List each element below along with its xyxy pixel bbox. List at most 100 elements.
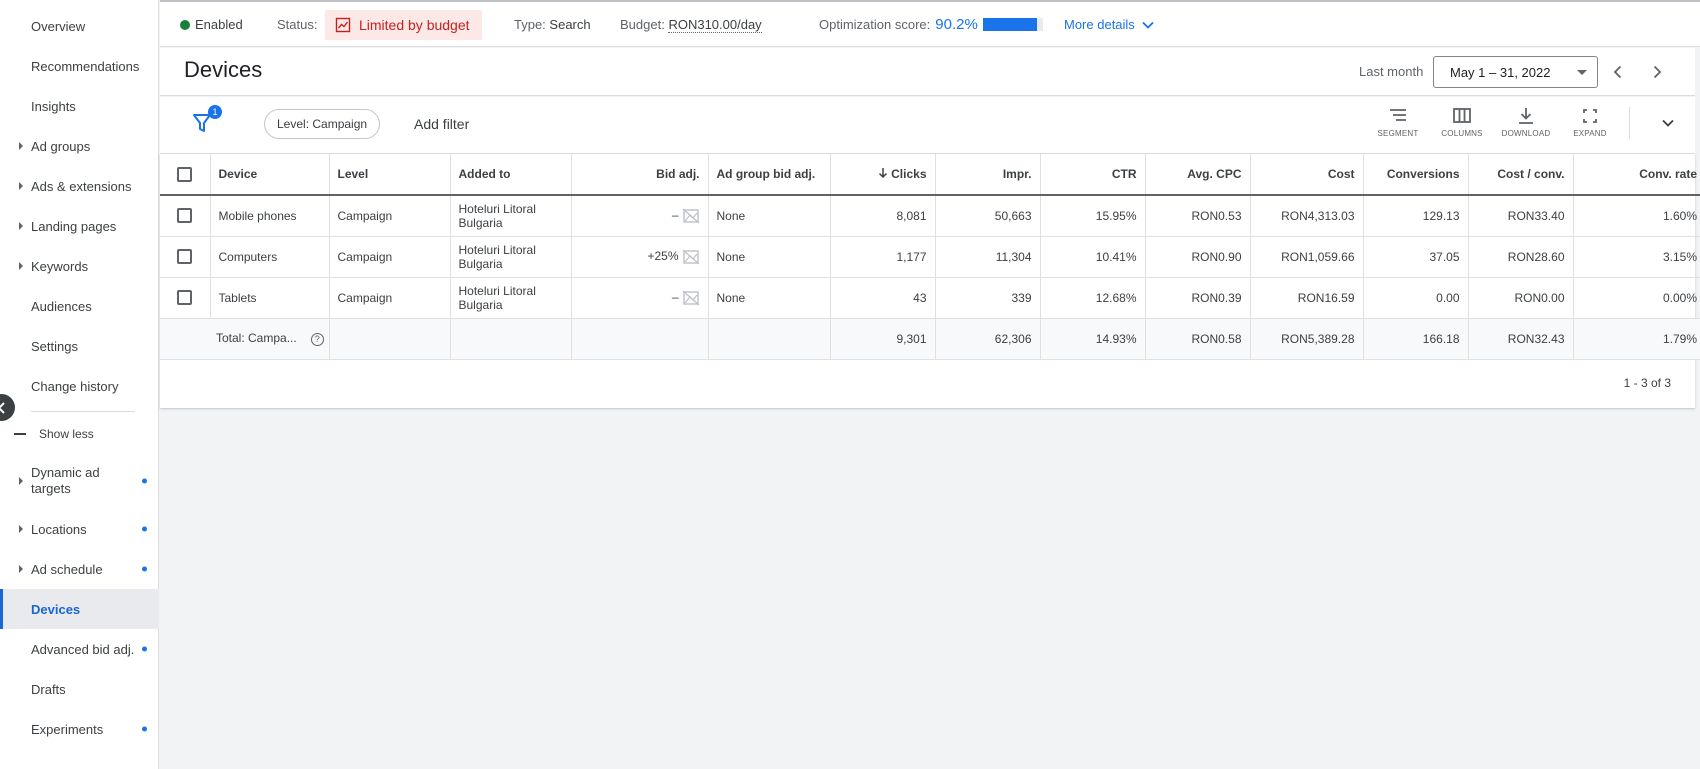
table-header-row: Device Level Added to Bid adj. Ad group … bbox=[160, 154, 1700, 196]
sidebar-item-audiences[interactable]: Audiences bbox=[0, 286, 159, 326]
date-range-picker[interactable]: May 1 – 31, 2022 bbox=[1433, 56, 1598, 88]
campaign-state[interactable]: Enabled bbox=[180, 2, 243, 47]
added-to-link[interactable]: Hoteluri Litoral Bulgaria bbox=[450, 195, 572, 237]
column-header-level[interactable]: Level bbox=[329, 154, 451, 196]
column-header-ad-group-bid-adj[interactable]: Ad group bid adj. bbox=[708, 154, 831, 196]
budget-field[interactable]: Budget: RON310.00/day bbox=[620, 2, 762, 47]
column-header-conversions[interactable]: Conversions bbox=[1363, 154, 1469, 196]
sidebar-item-change-history[interactable]: Change history bbox=[0, 366, 159, 406]
row-checkbox[interactable] bbox=[177, 249, 193, 265]
status-label: Status: bbox=[277, 17, 318, 32]
sidebar-item-label: Ads & extensions bbox=[31, 178, 132, 194]
total-conversions-cell: 166.18 bbox=[1363, 318, 1469, 360]
chevron-left-icon bbox=[1613, 65, 1622, 79]
sidebar-item-advanced-bid-adj[interactable]: Advanced bid adj. bbox=[0, 629, 159, 669]
devices-table-card: Device Level Added to Bid adj. Ad group … bbox=[160, 154, 1700, 408]
budget-label: Budget: bbox=[620, 17, 665, 32]
row-select-cell bbox=[160, 277, 211, 319]
avg-cpc-cell: RON0.90 bbox=[1145, 236, 1251, 278]
column-header-avg-cpc[interactable]: Avg. CPC bbox=[1145, 154, 1251, 196]
sidebar-item-drafts[interactable]: Drafts bbox=[0, 669, 159, 709]
row-checkbox[interactable] bbox=[177, 290, 193, 306]
sidebar-item-label: Overview bbox=[31, 18, 86, 34]
bid-adj-cell[interactable]: – bbox=[571, 277, 709, 319]
column-header-impr[interactable]: Impr. bbox=[935, 154, 1041, 196]
column-header-ctr[interactable]: CTR bbox=[1040, 154, 1146, 196]
columns-icon bbox=[1453, 108, 1471, 123]
column-header-bid-adj[interactable]: Bid adj. bbox=[571, 154, 709, 196]
bid-adj-cell[interactable]: +25% bbox=[571, 236, 709, 278]
level-filter-chip[interactable]: Level: Campaign bbox=[264, 109, 381, 139]
columns-button[interactable]: COLUMNS bbox=[1430, 106, 1494, 146]
more-options-button[interactable] bbox=[1656, 111, 1680, 135]
more-details-link[interactable]: More details bbox=[1064, 2, 1155, 47]
row-checkbox[interactable] bbox=[177, 208, 193, 224]
devices-table: Device Level Added to Bid adj. Ad group … bbox=[160, 154, 1700, 360]
sidebar-item-keywords[interactable]: Keywords bbox=[0, 246, 159, 286]
cost-conv-cell: RON0.00 bbox=[1468, 277, 1574, 319]
campaign-status-bar: Enabled Status: Limited by budget Type: … bbox=[160, 0, 1700, 47]
ad-group-bid-adj-cell: None bbox=[708, 236, 831, 278]
avg-cpc-cell: RON0.53 bbox=[1145, 195, 1251, 237]
sidebar-item-label: Devices bbox=[31, 601, 81, 617]
clicks-cell: 1,177 bbox=[830, 236, 936, 278]
sidebar-divider bbox=[31, 411, 135, 412]
previous-period-button[interactable] bbox=[1602, 56, 1634, 88]
status-value: Limited by budget bbox=[359, 16, 470, 33]
device-cell: Tablets bbox=[210, 277, 330, 319]
sidebar-item-ad-groups[interactable]: Ad groups bbox=[0, 126, 159, 166]
column-header-added-to[interactable]: Added to bbox=[450, 154, 572, 196]
sidebar-item-ad-schedule[interactable]: Ad schedule bbox=[0, 549, 159, 589]
empty-cell bbox=[708, 318, 831, 360]
sidebar-item-landing-pages[interactable]: Landing pages bbox=[0, 206, 159, 246]
ad-group-bid-adj-cell: None bbox=[708, 195, 831, 237]
column-header-conv-rate[interactable]: Conv. rate bbox=[1573, 154, 1700, 196]
minus-icon bbox=[14, 433, 26, 435]
sidebar-item-overview[interactable]: Overview bbox=[0, 6, 159, 46]
conversions-cell: 0.00 bbox=[1363, 277, 1469, 319]
bid-adj-cell[interactable]: – bbox=[571, 195, 709, 237]
optimization-score[interactable]: Optimization score: 90.2% bbox=[819, 2, 1043, 47]
columns-label: COLUMNS bbox=[1441, 129, 1483, 138]
status-dot-icon bbox=[142, 646, 147, 652]
segment-button[interactable]: SEGMENT bbox=[1366, 106, 1430, 146]
column-header-device[interactable]: Device bbox=[210, 154, 330, 196]
download-button[interactable]: DOWNLOAD bbox=[1494, 106, 1558, 146]
sidebar-item-locations[interactable]: Locations bbox=[0, 509, 159, 549]
help-icon[interactable]: ? bbox=[310, 332, 324, 346]
segment-label: SEGMENT bbox=[1377, 129, 1419, 138]
clicks-cell: 8,081 bbox=[830, 195, 936, 237]
total-clicks-cell: 9,301 bbox=[830, 318, 936, 360]
conversions-cell: 37.05 bbox=[1363, 236, 1469, 278]
optimization-score-fill bbox=[982, 18, 1037, 31]
limited-by-budget-badge[interactable]: Limited by budget bbox=[325, 2, 482, 47]
select-all-checkbox[interactable] bbox=[177, 166, 193, 182]
conversions-cell: 129.13 bbox=[1363, 195, 1469, 237]
sidebar-item-dynamic-ad-targets[interactable]: Dynamic ad targets bbox=[0, 457, 159, 505]
sidebar-item-experiments[interactable]: Experiments bbox=[0, 709, 159, 749]
sidebar-item-devices[interactable]: Devices bbox=[0, 589, 159, 629]
show-less-toggle[interactable]: Show less bbox=[0, 423, 159, 445]
sidebar-item-settings[interactable]: Settings bbox=[0, 326, 159, 366]
added-to-link[interactable]: Hoteluri Litoral Bulgaria bbox=[450, 277, 572, 319]
impr-cell: 50,663 bbox=[935, 195, 1041, 237]
clicks-cell: 43 bbox=[830, 277, 936, 319]
expand-label: EXPAND bbox=[1573, 129, 1607, 138]
total-label: Total: Campa... bbox=[216, 331, 297, 346]
sidebar-item-recommendations[interactable]: Recommendations bbox=[0, 46, 159, 86]
sidebar-item-label: Advanced bid adj. bbox=[31, 641, 135, 657]
select-all-cell bbox=[160, 154, 211, 196]
sidebar-item-ads-extensions[interactable]: Ads & extensions bbox=[0, 166, 159, 206]
sidebar-item-insights[interactable]: Insights bbox=[0, 86, 159, 126]
expand-button[interactable]: EXPAND bbox=[1558, 106, 1622, 146]
add-filter-button[interactable]: Add filter bbox=[414, 116, 469, 132]
column-header-clicks-label: Clicks bbox=[891, 167, 927, 181]
column-header-cost[interactable]: Cost bbox=[1250, 154, 1364, 196]
chevron-right-icon bbox=[1653, 65, 1662, 79]
device-cell: Computers bbox=[210, 236, 330, 278]
added-to-link[interactable]: Hoteluri Litoral Bulgaria bbox=[450, 236, 572, 278]
expand-arrow-icon bbox=[19, 142, 23, 150]
next-period-button[interactable] bbox=[1641, 56, 1673, 88]
column-header-cost-conv[interactable]: Cost / conv. bbox=[1468, 154, 1574, 196]
column-header-clicks[interactable]: Clicks bbox=[830, 154, 936, 196]
